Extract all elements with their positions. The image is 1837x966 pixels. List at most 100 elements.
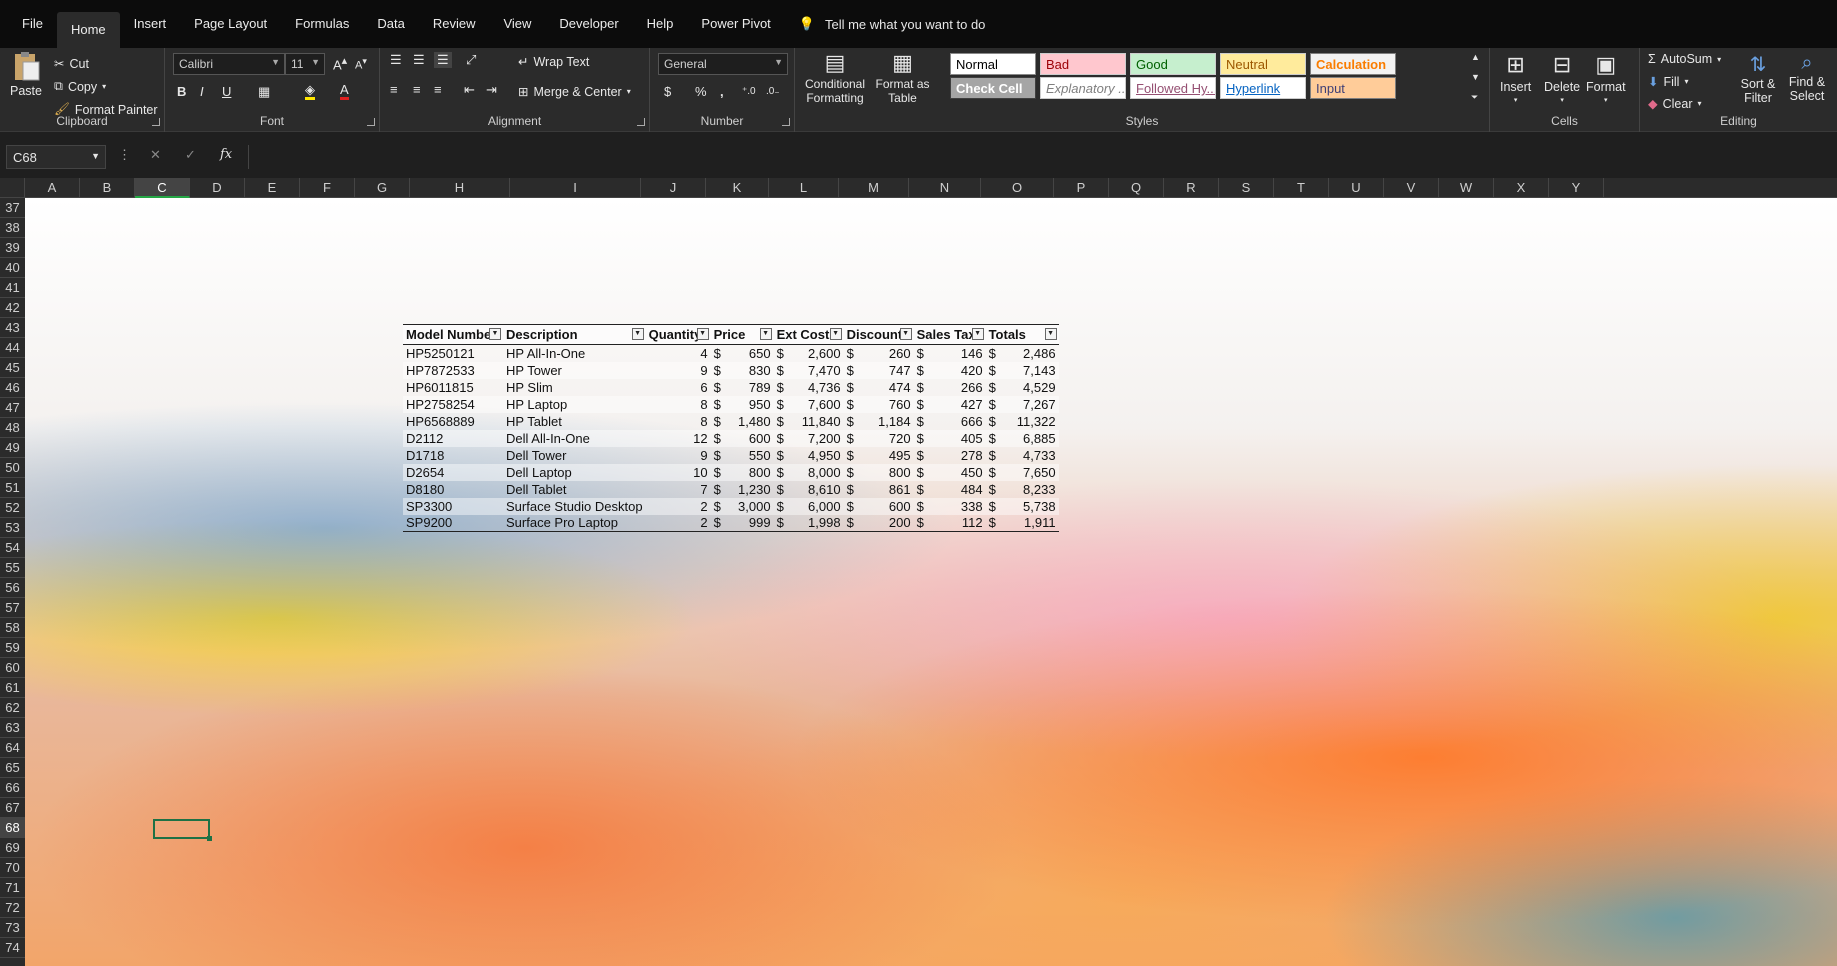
column-header-m[interactable]: M: [839, 178, 909, 198]
cell-quantity[interactable]: 9: [646, 447, 711, 464]
copy-button[interactable]: ⧉ Copy ▾: [54, 79, 106, 94]
cell-style-explanatory[interactable]: Explanatory ...: [1040, 77, 1126, 99]
cell-description[interactable]: HP Tower: [503, 361, 646, 379]
column-header-u[interactable]: U: [1329, 178, 1384, 198]
cell-style-hyperlink[interactable]: Hyperlink: [1220, 77, 1306, 99]
row-header-56[interactable]: 56: [0, 578, 25, 598]
column-header-y[interactable]: Y: [1549, 178, 1604, 198]
shrink-font-icon[interactable]: A▾: [355, 56, 367, 72]
cell-sales-tax[interactable]: $146: [914, 345, 986, 362]
cell-sales-tax[interactable]: $484: [914, 481, 986, 498]
cell-discounts[interactable]: $260: [844, 345, 914, 362]
align-right-icon[interactable]: ≡: [434, 82, 442, 97]
cell-totals[interactable]: $11,322: [986, 413, 1059, 430]
tab-developer[interactable]: Developer: [545, 0, 632, 48]
row-header-63[interactable]: 63: [0, 718, 25, 738]
cell-discounts[interactable]: $760: [843, 395, 914, 413]
format-as-table-button[interactable]: ▦ Format as Table: [875, 50, 930, 105]
column-header-g[interactable]: G: [355, 178, 410, 198]
cell-ext-cost[interactable]: $11,840: [774, 413, 844, 430]
cell-description[interactable]: Surface Studio Desktop: [503, 497, 646, 515]
cell-description[interactable]: HP Laptop: [503, 395, 646, 413]
cell-ext-cost[interactable]: $7,470: [773, 361, 844, 379]
row-header-66[interactable]: 66: [0, 778, 25, 798]
cell-discounts[interactable]: $747: [843, 361, 914, 379]
row-header-47[interactable]: 47: [0, 398, 25, 418]
percent-button[interactable]: %: [695, 84, 707, 99]
column-header-c[interactable]: C: [135, 178, 190, 198]
cell-model-number[interactable]: HP5250121: [403, 345, 503, 362]
column-header-w[interactable]: W: [1439, 178, 1494, 198]
font-name-select[interactable]: Calibri ▼: [173, 53, 285, 75]
cell-price[interactable]: $650: [711, 345, 774, 362]
cell-sales-tax[interactable]: $666: [914, 413, 986, 430]
cell-style-followed-hy[interactable]: Followed Hy...: [1130, 77, 1216, 99]
underline-button[interactable]: U: [222, 84, 231, 99]
cell-totals[interactable]: $7,143: [985, 361, 1059, 379]
cell-discounts[interactable]: $800: [843, 463, 914, 481]
dialog-launcher-icon[interactable]: [782, 118, 790, 126]
column-header-i[interactable]: I: [510, 178, 641, 198]
cell-price[interactable]: $830: [710, 361, 774, 379]
row-header-64[interactable]: 64: [0, 738, 25, 758]
cell-style-input[interactable]: Input: [1310, 77, 1396, 99]
tab-home[interactable]: Home: [56, 12, 120, 48]
cell-quantity[interactable]: 12: [645, 429, 711, 447]
selected-cell[interactable]: [153, 819, 212, 841]
cell-quantity[interactable]: 6: [646, 379, 711, 396]
row-header-69[interactable]: 69: [0, 838, 25, 858]
dialog-launcher-icon[interactable]: [637, 118, 645, 126]
tab-help[interactable]: Help: [633, 0, 688, 48]
merge-center-button[interactable]: ⊞ Merge & Center ▾: [518, 84, 631, 100]
cell-quantity[interactable]: 2: [645, 514, 711, 532]
cell-price[interactable]: $550: [711, 447, 774, 464]
select-all-corner[interactable]: [0, 178, 25, 198]
cell-sales-tax[interactable]: $420: [913, 361, 986, 379]
cell-totals[interactable]: $2,486: [986, 345, 1059, 362]
row-header-58[interactable]: 58: [0, 618, 25, 638]
filter-dropdown-icon[interactable]: ▼: [1044, 328, 1057, 340]
cell-model-number[interactable]: D2654: [403, 463, 503, 481]
filter-dropdown-icon[interactable]: ▼: [759, 328, 772, 340]
cell-price[interactable]: $1,480: [711, 413, 774, 430]
cancel-icon[interactable]: ✕: [150, 147, 161, 163]
column-header-b[interactable]: B: [80, 178, 135, 198]
cell-quantity[interactable]: 8: [646, 413, 711, 430]
row-header-50[interactable]: 50: [0, 458, 25, 478]
align-bottom-icon[interactable]: ☰: [434, 52, 452, 68]
insert-cells-button[interactable]: ⊞ Insert ▾: [1500, 52, 1531, 104]
filter-dropdown-icon[interactable]: ▼: [829, 328, 842, 340]
clear-button[interactable]: ◆ Clear ▾: [1648, 96, 1702, 112]
cell-price[interactable]: $950: [710, 395, 774, 413]
column-header-l[interactable]: L: [769, 178, 839, 198]
cell-model-number[interactable]: SP3300: [403, 497, 503, 515]
cell-totals[interactable]: $7,267: [985, 395, 1059, 413]
autosum-button[interactable]: Σ AutoSum ▾: [1648, 52, 1721, 66]
cell-price[interactable]: $800: [710, 463, 774, 481]
font-size-select[interactable]: 11 ▼: [285, 53, 325, 75]
dialog-launcher-icon[interactable]: [367, 118, 375, 126]
cell-discounts[interactable]: $200: [843, 514, 914, 532]
cell-totals[interactable]: $1,911: [985, 514, 1059, 532]
gallery-more-icon[interactable]: ⏷: [1471, 92, 1478, 103]
wrap-text-button[interactable]: ↵ Wrap Text: [518, 54, 589, 70]
row-header-68[interactable]: 68: [0, 818, 25, 838]
cell-discounts[interactable]: $495: [844, 447, 914, 464]
cell-ext-cost[interactable]: $6,000: [773, 497, 844, 515]
insert-function-button[interactable]: fx: [220, 147, 232, 162]
cell-ext-cost[interactable]: $2,600: [774, 345, 844, 362]
cell-style-check-cell[interactable]: Check Cell: [950, 77, 1036, 99]
cell-description[interactable]: HP All-In-One: [503, 345, 646, 362]
cell-price[interactable]: $789: [711, 379, 774, 396]
gallery-down-icon[interactable]: ▼: [1471, 72, 1480, 82]
cell-ext-cost[interactable]: $8,610: [774, 481, 844, 498]
cell-style-normal[interactable]: Normal: [950, 53, 1036, 75]
row-header-55[interactable]: 55: [0, 558, 25, 578]
row-header-62[interactable]: 62: [0, 698, 25, 718]
cell-model-number[interactable]: D1718: [403, 447, 503, 464]
column-header-x[interactable]: X: [1494, 178, 1549, 198]
row-header-70[interactable]: 70: [0, 858, 25, 878]
filter-dropdown-icon[interactable]: ▼: [971, 328, 984, 340]
grow-font-icon[interactable]: A▴: [333, 54, 347, 72]
cell-ext-cost[interactable]: $4,950: [774, 447, 844, 464]
